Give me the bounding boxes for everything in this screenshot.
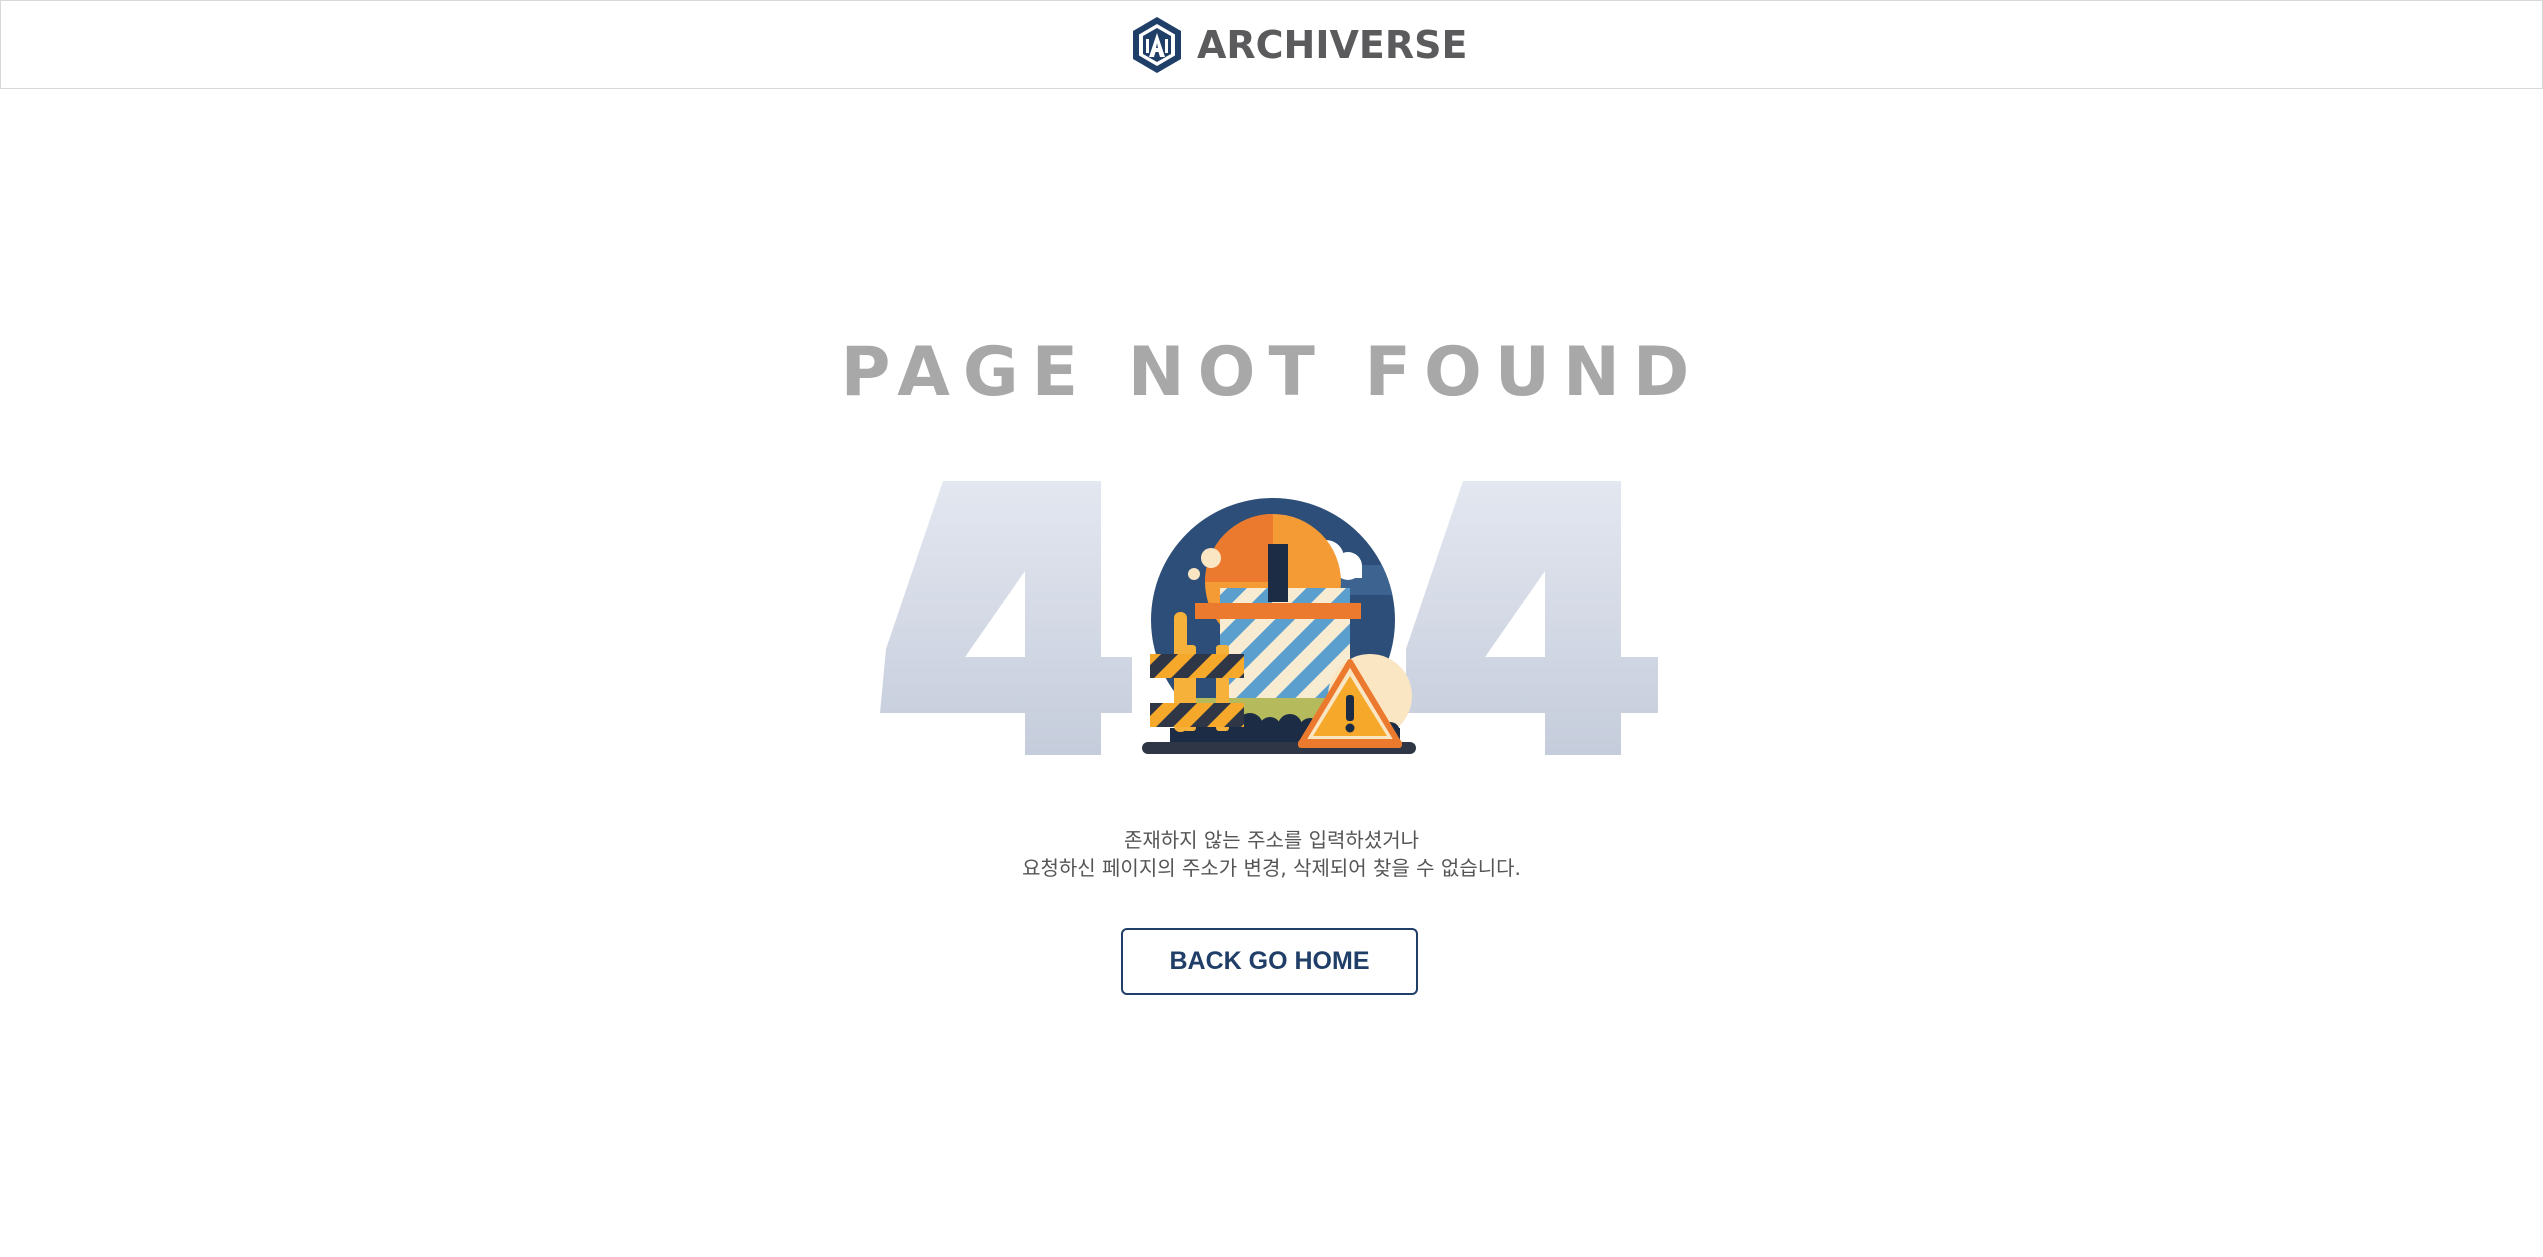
back-go-home-button[interactable]: BACK GO HOME	[1121, 928, 1418, 995]
brand-logo[interactable]: ARCHIVERSE	[1129, 15, 1467, 75]
site-header: ARCHIVERSE	[0, 0, 2543, 89]
page-title: PAGE NOT FOUND	[840, 333, 1703, 412]
error-message-line-1: 존재하지 않는 주소를 입력하셨거나	[1123, 828, 1420, 852]
digit-4-left	[880, 481, 1132, 755]
digit-4-right	[1406, 481, 1658, 755]
hexagon-a-logo-icon	[1133, 17, 1181, 73]
under-construction-icon	[1142, 498, 1416, 754]
error-message-line-2: 요청하신 페이지의 주소가 변경, 삭제되어 찾을 수 없습니다.	[1022, 856, 1521, 880]
error-404-graphic	[870, 470, 1670, 770]
brand-name: ARCHIVERSE	[1197, 23, 1468, 67]
